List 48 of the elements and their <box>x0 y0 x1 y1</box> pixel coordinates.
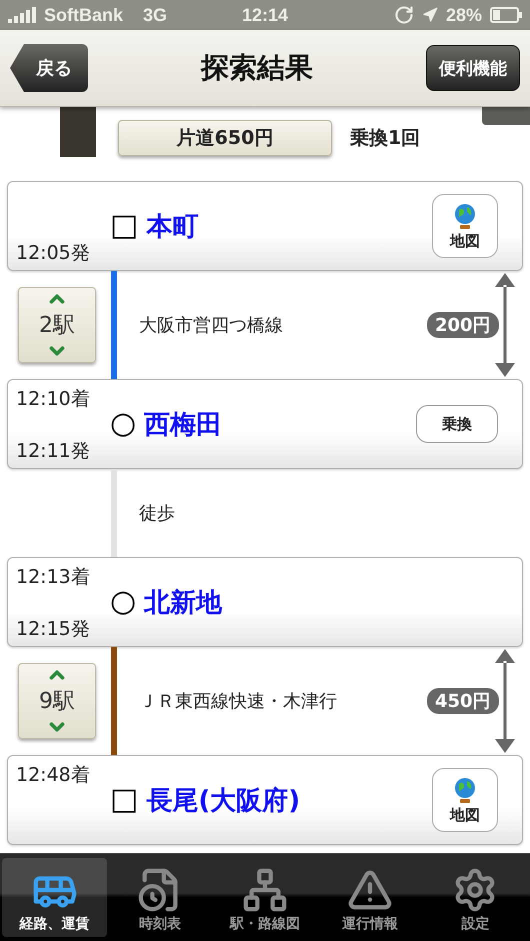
tab[interactable]: 設定 <box>422 858 528 937</box>
station-name[interactable]: 北新地 <box>144 584 222 620</box>
screen-title: 探索結果 <box>201 50 313 86</box>
map-button[interactable]: 地図 <box>432 768 498 832</box>
tab[interactable]: 運行情報 <box>318 858 423 937</box>
globe-icon <box>452 776 478 804</box>
route-map-icon <box>242 867 288 913</box>
arrival-time: 12:13着 <box>16 565 91 590</box>
station-marker: ○ <box>110 409 136 439</box>
battery-percent: 28% <box>446 4 482 26</box>
fare-tag: 450円 <box>427 688 499 714</box>
tab[interactable]: 駅・路線図 <box>212 858 318 937</box>
double-arrow-icon <box>493 647 517 755</box>
station-marker: □ <box>110 785 138 815</box>
double-arrow-icon <box>493 271 517 379</box>
carrier-name: SoftBank <box>44 4 124 26</box>
stops-button[interactable]: 9駅 <box>18 663 96 739</box>
map-button[interactable]: 地図 <box>432 194 498 258</box>
tools-button[interactable]: 便利機能 <box>426 45 520 91</box>
departure-time: 12:15発 <box>16 617 91 642</box>
station-marker: □ <box>110 211 138 241</box>
arrival-time: 12:10着 <box>16 387 91 412</box>
next-route-tab[interactable] <box>482 107 530 125</box>
transfer-count: 乗換1回 <box>350 126 420 151</box>
departure-time: 12:05発 <box>16 241 91 266</box>
station-name[interactable]: 西梅田 <box>144 406 222 442</box>
location-icon <box>422 7 438 23</box>
departure-time: 12:11発 <box>16 439 91 464</box>
tab[interactable]: 時刻表 <box>107 858 212 937</box>
previous-route-tab[interactable] <box>60 107 96 157</box>
arrival-time: 12:48着 <box>16 763 91 788</box>
battery-icon <box>490 7 522 23</box>
station-marker: ○ <box>110 587 136 617</box>
station-name[interactable]: 長尾(大阪府) <box>146 782 300 818</box>
stops-button[interactable]: 2駅 <box>18 287 96 363</box>
line-name: 大阪市営四つ橋線 <box>138 314 284 337</box>
transfer-button[interactable]: 乗換 <box>416 405 498 443</box>
signal-icon <box>8 7 38 23</box>
fare-summary: 片道650円 <box>118 120 332 156</box>
back-button[interactable]: 戻る <box>10 44 88 92</box>
tab[interactable]: 経路、運賃 <box>2 858 108 937</box>
station-name[interactable]: 本町 <box>146 208 198 244</box>
line-name: 徒歩 <box>138 502 176 525</box>
line-name: ＪＲ東西線快速・木津行 <box>138 690 338 713</box>
globe-icon <box>452 202 478 230</box>
clock-time: 12:14 <box>242 4 288 26</box>
fare-tag: 200円 <box>427 312 499 338</box>
network-type: 3G <box>143 4 168 26</box>
